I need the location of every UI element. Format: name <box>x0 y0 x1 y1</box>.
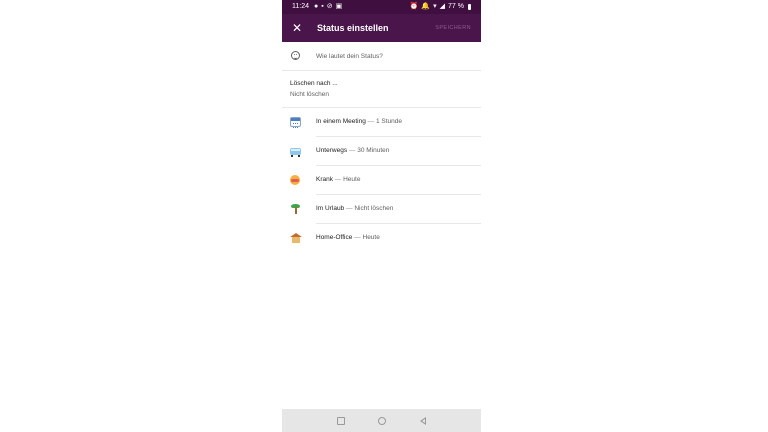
wifi-icon: ▾ <box>433 3 437 10</box>
preset-separator: — <box>332 176 344 183</box>
preset-label: Unterwegs <box>316 147 348 154</box>
square-icon <box>336 416 345 425</box>
preset-status-sick[interactable]: Krank — Heute <box>282 166 481 194</box>
house-icon <box>290 233 302 243</box>
recent-apps-button[interactable] <box>335 415 346 426</box>
preset-label: Krank <box>316 176 333 183</box>
back-triangle-icon <box>419 416 426 425</box>
preset-duration: Heute <box>343 176 361 183</box>
system-icons: ⏰ 🔔 ▾ ◢ 77 % <box>410 0 471 14</box>
close-icon[interactable]: ✕ <box>290 21 304 35</box>
emoji-picker-icon[interactable] <box>291 51 300 60</box>
calendar-icon <box>290 117 301 128</box>
clear-after-selector[interactable]: Löschen nach ... Nicht löschen <box>282 71 481 107</box>
preset-separator: — <box>365 118 376 125</box>
clear-after-value: Nicht löschen <box>290 91 330 98</box>
notification-icon: ● <box>314 3 319 10</box>
page-title: Status einstellen <box>317 23 389 33</box>
preset-text: Home-Office — Heute <box>316 224 380 252</box>
palm-tree-icon <box>290 204 301 214</box>
signal-icon: ◢ <box>439 3 446 10</box>
circle-icon <box>377 416 386 425</box>
preset-separator: — <box>352 234 363 241</box>
preset-text: In einem Meeting — 1 Stunde <box>316 108 402 136</box>
preset-status-commuting[interactable]: Unterwegs — 30 Minuten <box>282 137 481 165</box>
preset-label: In einem Meeting <box>316 118 366 125</box>
clear-after-label: Löschen nach ... <box>290 80 338 87</box>
preset-text: Unterwegs — 30 Minuten <box>316 137 389 165</box>
alarm-icon: ⏰ <box>409 3 419 10</box>
notification-icon: ▣ <box>335 3 343 10</box>
app-bar: ✕ Status einstellen SPEICHERN <box>282 14 481 42</box>
preset-duration: Nicht löschen <box>354 205 394 212</box>
preset-duration: 1 Stunde <box>376 118 403 125</box>
android-nav-bar <box>282 409 481 432</box>
phone-screen: 11:24 ● ▪ ⊘ ▣ ⏰ 🔔 ▾ ◢ 77 % ✕ Status eins… <box>282 0 481 432</box>
smiley-mouth <box>294 56 297 59</box>
preset-separator: — <box>344 205 355 212</box>
battery-level: 77 % <box>448 3 464 10</box>
status-time: 11:24 <box>292 3 309 10</box>
preset-label: Im Urlaub <box>316 205 345 212</box>
preset-status-meeting[interactable]: In einem Meeting — 1 Stunde <box>282 108 481 136</box>
preset-status-home-office[interactable]: Home-Office — Heute <box>282 224 481 252</box>
mute-icon: 🔔 <box>421 3 431 10</box>
preset-separator: — <box>347 147 358 154</box>
preset-text: Im Urlaub — Nicht löschen <box>316 195 393 223</box>
bus-icon <box>290 148 301 157</box>
status-input[interactable] <box>316 50 466 62</box>
preset-duration: 30 Minuten <box>357 147 390 154</box>
save-button[interactable]: SPEICHERN <box>435 14 471 42</box>
preset-status-vacation[interactable]: Im Urlaub — Nicht löschen <box>282 195 481 223</box>
notification-icon: ⊘ <box>326 3 333 10</box>
preset-duration: Heute <box>362 234 380 241</box>
sick-face-icon <box>290 175 300 185</box>
home-button[interactable] <box>376 415 387 426</box>
status-input-row <box>282 42 481 70</box>
preset-text: Krank — Heute <box>316 166 360 194</box>
notification-icons: ● ▪ ⊘ ▣ <box>314 0 342 14</box>
notification-icon: ▪ <box>321 3 324 10</box>
back-button[interactable] <box>417 415 428 426</box>
battery-icon <box>468 4 471 10</box>
system-status-bar: 11:24 ● ▪ ⊘ ▣ ⏰ 🔔 ▾ ◢ 77 % <box>282 0 481 14</box>
preset-label: Home-Office <box>316 234 353 241</box>
